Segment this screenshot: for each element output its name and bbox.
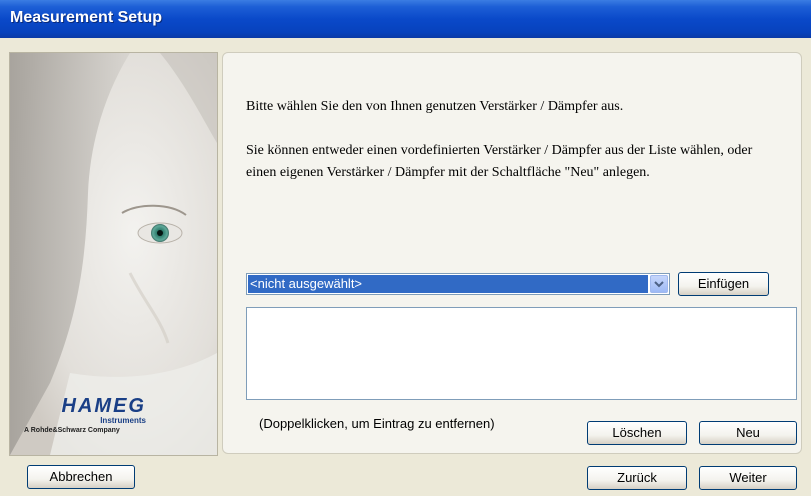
intro-line-2: Sie können entweder einen vordefinierten… [246, 143, 753, 180]
amplifier-select[interactable]: <nicht ausgewählt> [246, 273, 670, 295]
select-value: <nicht ausgewählt> [248, 275, 648, 293]
list-hint: (Doppelklicken, um Eintrag zu entfernen) [259, 416, 495, 431]
new-button[interactable]: Neu [699, 421, 797, 445]
back-button[interactable]: Zurück [587, 466, 687, 490]
next-button[interactable]: Weiter [699, 466, 797, 490]
chevron-down-icon[interactable] [650, 275, 668, 293]
logo-brand: HAMEG [61, 395, 146, 417]
insert-button[interactable]: Einfügen [678, 272, 769, 296]
intro-line-1: Bitte wählen Sie den von Ihnen genutzen … [246, 99, 624, 114]
logo-subline: Instruments [100, 416, 146, 425]
side-image-panel: HAMEG Instruments A Rohde&Schwarz Compan… [9, 52, 218, 456]
intro-text: Bitte wählen Sie den von Ihnen genutzen … [246, 96, 786, 184]
title-bar[interactable]: Measurement Setup [0, 0, 811, 38]
hameg-logo: HAMEG Instruments A Rohde&Schwarz Compan… [24, 396, 209, 434]
cancel-button[interactable]: Abbrechen [27, 465, 135, 489]
amplifier-list[interactable] [246, 307, 797, 400]
delete-button[interactable]: Löschen [587, 421, 687, 445]
logo-tagline: A Rohde&Schwarz Company [24, 427, 120, 434]
window-title: Measurement Setup [10, 9, 163, 26]
